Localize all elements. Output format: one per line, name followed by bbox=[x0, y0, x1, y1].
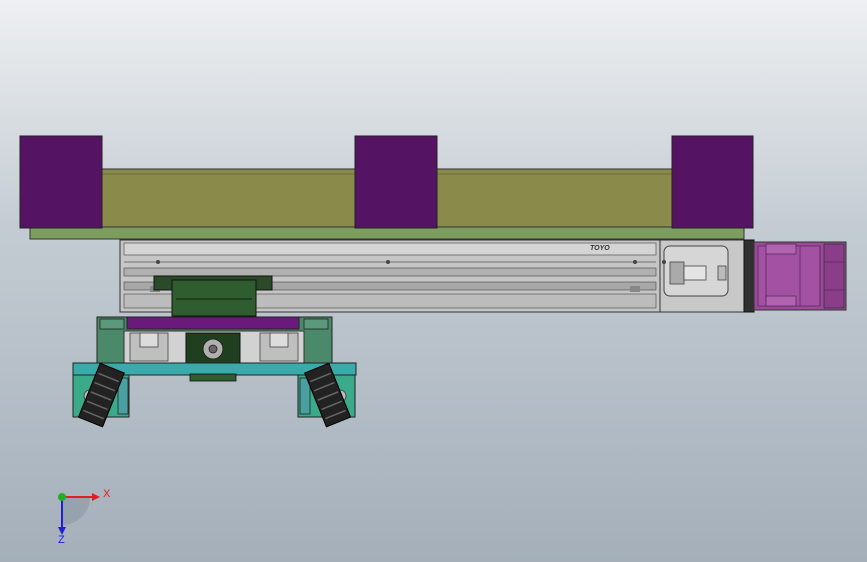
purple-block-left bbox=[19, 135, 103, 229]
coordinate-triad[interactable]: X Z bbox=[58, 488, 111, 546]
lower-bracket-assembly bbox=[96, 316, 333, 366]
y-axis-dot bbox=[58, 493, 66, 501]
purple-block-right bbox=[671, 135, 754, 229]
rail-logo: TOYO bbox=[590, 245, 610, 252]
rail-carriage bbox=[153, 275, 273, 317]
green-base-plate bbox=[29, 226, 745, 240]
cad-viewport[interactable]: TOYO X Z bbox=[0, 0, 867, 562]
assembly-drawing: TOYO X Z bbox=[19, 135, 847, 546]
z-axis-label: Z bbox=[58, 534, 65, 546]
servo-motor bbox=[753, 241, 847, 311]
motor-coupling-housing bbox=[659, 239, 755, 313]
purple-block-middle bbox=[354, 135, 438, 229]
x-axis-label: X bbox=[103, 488, 111, 500]
